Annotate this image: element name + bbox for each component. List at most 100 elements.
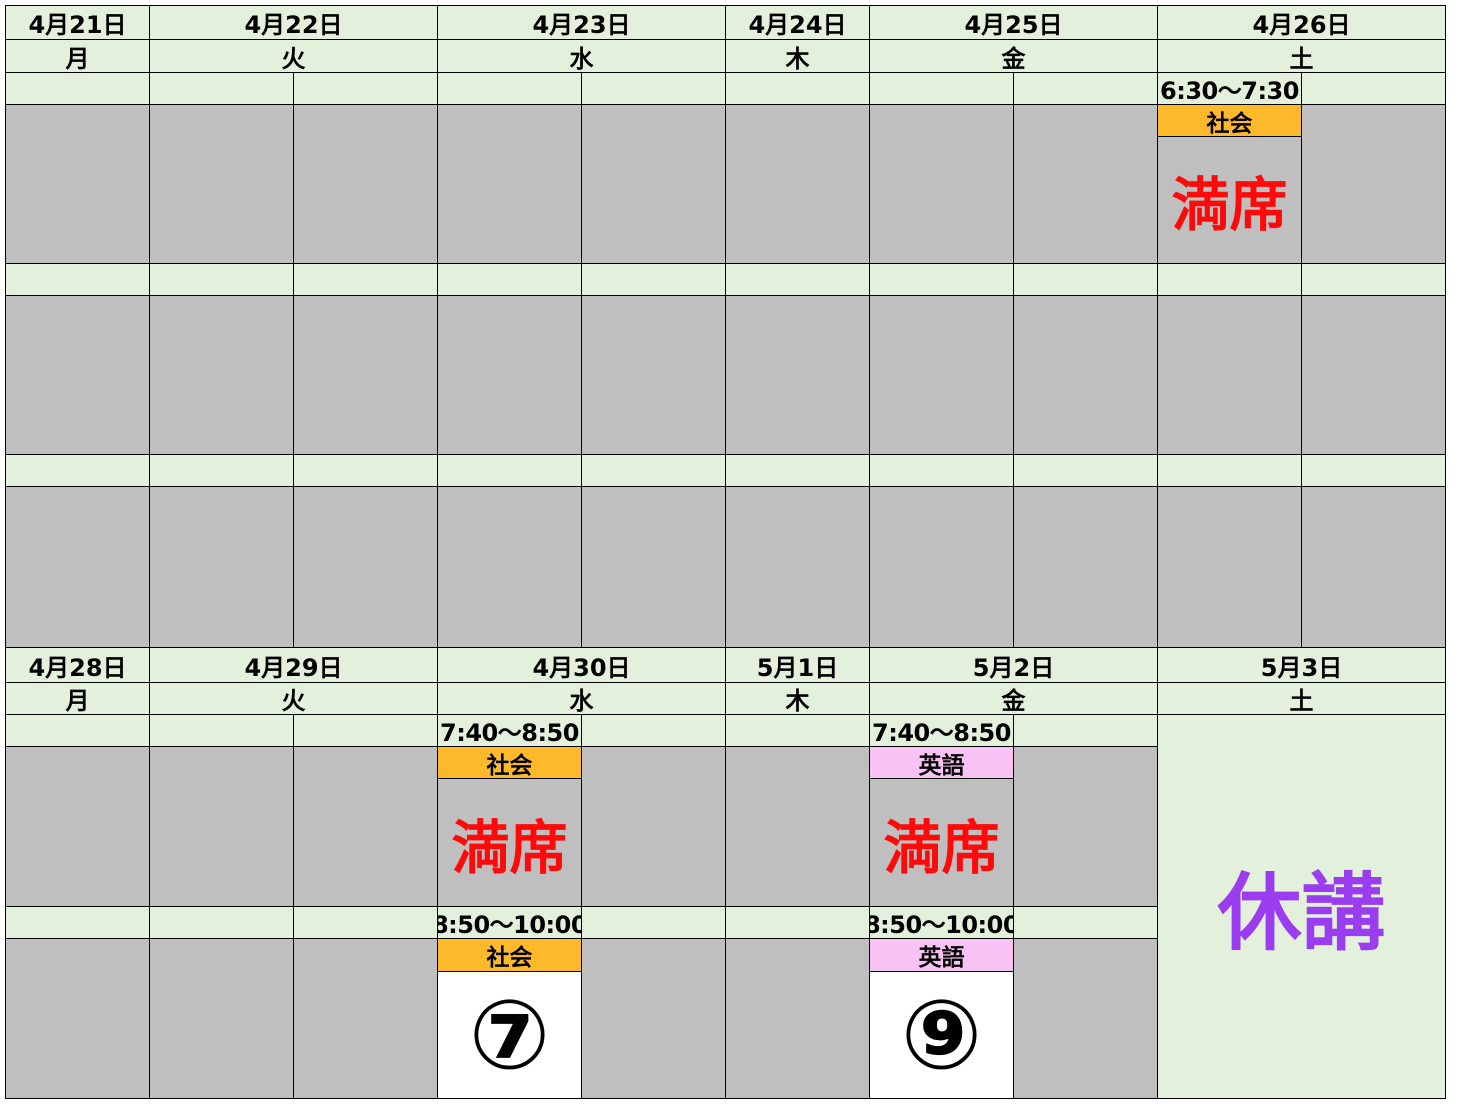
time-slot bbox=[293, 906, 438, 939]
empty-slot bbox=[149, 746, 294, 907]
time-slot: 8:50〜10:00 bbox=[437, 906, 582, 939]
empty-slot bbox=[1013, 486, 1158, 648]
weekday-header: 月 bbox=[5, 682, 150, 715]
empty-slot bbox=[725, 295, 870, 455]
time-slot: 7:40〜8:50 bbox=[869, 714, 1014, 747]
empty-slot bbox=[293, 295, 438, 455]
full-status: 満席 bbox=[869, 778, 1014, 907]
empty-slot bbox=[581, 295, 726, 455]
time-slot bbox=[725, 454, 870, 487]
subject-label-english: 英語 bbox=[869, 938, 1014, 972]
time-slot: 7:40〜8:50 bbox=[437, 714, 582, 747]
time-slot bbox=[869, 72, 1014, 105]
empty-slot bbox=[725, 486, 870, 648]
weekday-header: 土 bbox=[1157, 682, 1446, 715]
empty-slot bbox=[581, 486, 726, 648]
empty-slot bbox=[581, 938, 726, 1099]
empty-slot bbox=[869, 486, 1014, 648]
empty-slot bbox=[149, 104, 294, 264]
time-slot bbox=[5, 714, 150, 747]
empty-slot bbox=[149, 295, 294, 455]
empty-slot bbox=[5, 104, 150, 264]
time-slot bbox=[1157, 454, 1302, 487]
weekday-header: 土 bbox=[1157, 39, 1446, 73]
date-header: 4月30日 bbox=[437, 647, 726, 683]
empty-slot bbox=[5, 746, 150, 907]
time-slot bbox=[725, 263, 870, 296]
time-slot bbox=[149, 454, 294, 487]
time-slot bbox=[437, 263, 582, 296]
empty-slot bbox=[1301, 486, 1446, 648]
time-slot bbox=[581, 72, 726, 105]
empty-slot bbox=[581, 104, 726, 264]
time-slot bbox=[149, 72, 294, 105]
time-slot bbox=[1013, 263, 1158, 296]
weekday-header: 水 bbox=[437, 39, 726, 73]
remaining-seats: ⑨ bbox=[869, 971, 1014, 1099]
date-header: 4月22日 bbox=[149, 5, 438, 40]
time-slot bbox=[581, 263, 726, 296]
empty-slot bbox=[5, 295, 150, 455]
date-header: 4月23日 bbox=[437, 5, 726, 40]
empty-slot bbox=[581, 746, 726, 907]
empty-slot bbox=[293, 746, 438, 907]
time-slot bbox=[437, 72, 582, 105]
time-slot bbox=[1301, 263, 1446, 296]
time-slot bbox=[5, 263, 150, 296]
time-slot bbox=[869, 454, 1014, 487]
empty-slot bbox=[725, 938, 870, 1099]
time-slot bbox=[149, 906, 294, 939]
full-status: 満席 bbox=[1157, 136, 1302, 264]
time-slot: 6:30〜7:30 bbox=[1157, 72, 1302, 105]
empty-slot bbox=[437, 104, 582, 264]
time-slot bbox=[5, 906, 150, 939]
time-slot bbox=[293, 72, 438, 105]
date-header: 4月28日 bbox=[5, 647, 150, 683]
empty-slot bbox=[293, 486, 438, 648]
empty-slot bbox=[149, 486, 294, 648]
weekday-header: 火 bbox=[149, 39, 438, 73]
empty-slot bbox=[1013, 104, 1158, 264]
weekday-header: 木 bbox=[725, 39, 870, 73]
date-header: 5月3日 bbox=[1157, 647, 1446, 683]
time-slot bbox=[293, 714, 438, 747]
time-slot: 8:50〜10:00 bbox=[869, 906, 1014, 939]
empty-slot bbox=[1301, 295, 1446, 455]
time-slot bbox=[725, 906, 870, 939]
time-slot bbox=[293, 454, 438, 487]
time-slot bbox=[437, 454, 582, 487]
date-header: 4月21日 bbox=[5, 5, 150, 40]
weekday-header: 金 bbox=[869, 39, 1158, 73]
time-slot bbox=[149, 714, 294, 747]
time-slot bbox=[1013, 454, 1158, 487]
empty-slot bbox=[437, 486, 582, 648]
time-slot bbox=[725, 72, 870, 105]
subject-label-social: 社会 bbox=[437, 746, 582, 779]
empty-slot bbox=[5, 938, 150, 1099]
empty-slot bbox=[1301, 104, 1446, 264]
weekday-header: 水 bbox=[437, 682, 726, 715]
time-slot bbox=[1013, 72, 1158, 105]
full-status: 満席 bbox=[437, 778, 582, 907]
empty-slot bbox=[725, 104, 870, 264]
time-slot bbox=[1301, 454, 1446, 487]
empty-slot bbox=[725, 746, 870, 907]
date-header: 4月26日 bbox=[1157, 5, 1446, 40]
weekday-header: 金 bbox=[869, 682, 1158, 715]
empty-slot bbox=[1013, 746, 1158, 907]
date-header: 4月24日 bbox=[725, 5, 870, 40]
time-slot bbox=[1301, 72, 1446, 105]
empty-slot bbox=[437, 295, 582, 455]
time-slot bbox=[149, 263, 294, 296]
subject-label-english: 英語 bbox=[869, 746, 1014, 779]
empty-slot bbox=[869, 104, 1014, 264]
empty-slot bbox=[1013, 938, 1158, 1099]
weekday-header: 木 bbox=[725, 682, 870, 715]
time-slot bbox=[1157, 263, 1302, 296]
time-slot bbox=[581, 454, 726, 487]
empty-slot bbox=[293, 104, 438, 264]
empty-slot bbox=[5, 486, 150, 648]
empty-slot bbox=[869, 295, 1014, 455]
empty-slot bbox=[1157, 295, 1302, 455]
time-slot bbox=[725, 714, 870, 747]
